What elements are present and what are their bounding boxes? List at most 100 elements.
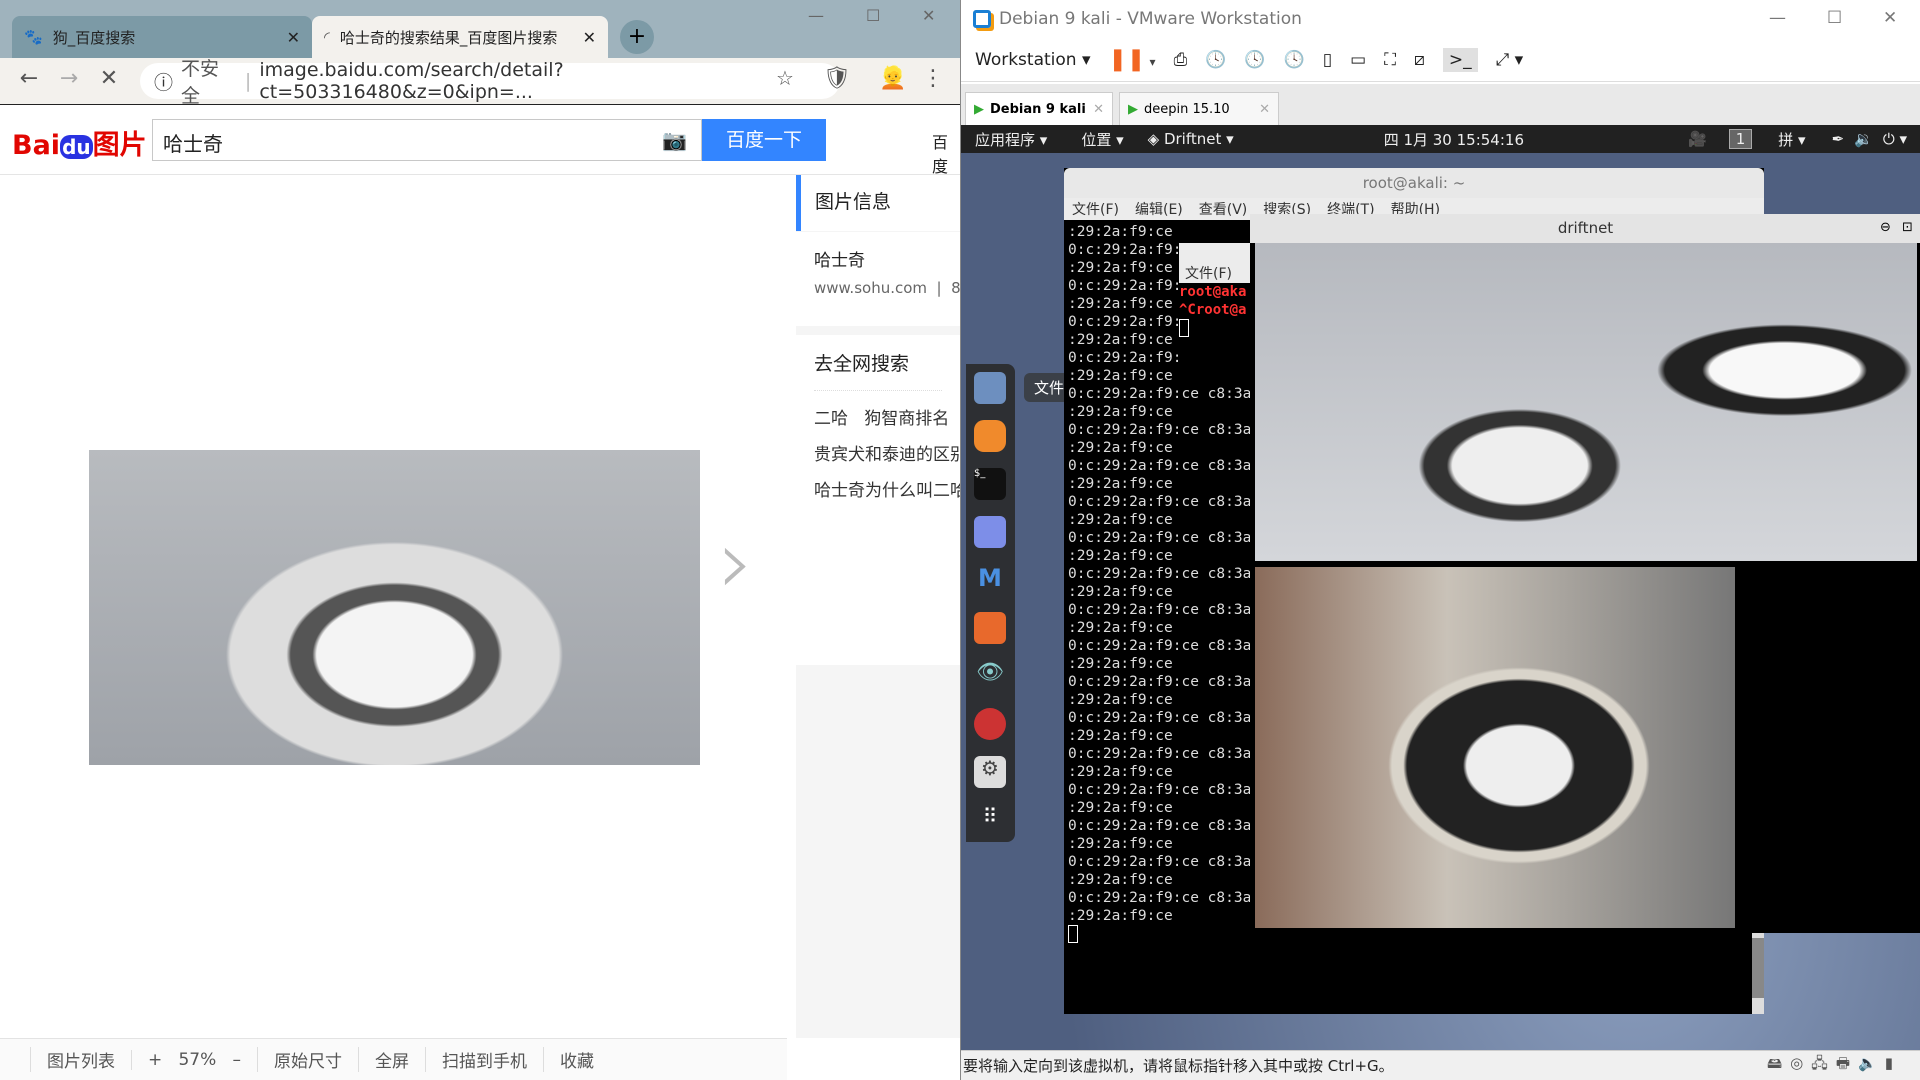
image-list-button[interactable]: 图片列表 <box>30 1047 131 1072</box>
fullscreen-button[interactable]: 全屏 <box>357 1047 425 1072</box>
search-input[interactable]: 哈士奇 📷 <box>152 119 702 161</box>
applications-menu[interactable]: 应用程序 ▾ <box>975 129 1047 150</box>
maltego-icon[interactable]: 👁 <box>974 660 1006 692</box>
files-icon[interactable] <box>974 372 1006 404</box>
snapshot-icon[interactable]: 🕓 <box>1205 50 1226 70</box>
back-icon[interactable]: ← <box>14 66 44 91</box>
tab-deepin[interactable]: ▶ deepin 15.10 ✕ <box>1119 92 1279 125</box>
snapshot-manager-icon[interactable]: 🕓 <box>1284 50 1305 70</box>
source-link[interactable]: www.sohu.com <box>814 279 927 297</box>
menu-file[interactable]: 文件(F) <box>1179 243 1250 283</box>
tab-dog-search[interactable]: 🐾 狗_百度搜索 ✕ <box>12 16 312 58</box>
baidu-header: Bai du图片 哈士奇 📷 百度一下 百度 <box>0 105 960 177</box>
close-tab-icon[interactable]: ✕ <box>1259 102 1270 117</box>
console-view-icon[interactable]: >_ <box>1442 47 1478 72</box>
cursor <box>1068 925 1078 943</box>
places-menu[interactable]: 位置 ▾ <box>1081 129 1123 150</box>
metasploit-icon[interactable]: M <box>974 564 1006 596</box>
related-link[interactable]: 狗智商排名 <box>864 409 949 429</box>
related-link[interactable]: 哈士奇为什么叫二哈 <box>814 481 960 501</box>
zoom-in-button[interactable]: + <box>148 1050 162 1070</box>
baidu-logo[interactable]: Bai du图片 <box>12 123 147 162</box>
menu-view[interactable]: 查看(V) <box>1199 199 1248 219</box>
burpsuite-icon[interactable] <box>974 612 1006 644</box>
menu-icon[interactable]: ⋮ <box>918 66 948 91</box>
maximize-button[interactable]: ☐ <box>1827 8 1842 28</box>
address-bar[interactable]: ⓘ 不安全 | image.baidu.com/search/detail?ct… <box>140 58 840 107</box>
cherrytree-icon[interactable] <box>974 708 1006 740</box>
bookmark-star-icon[interactable]: ☆ <box>770 66 800 90</box>
power-icon[interactable]: ⏻ ▾ <box>1883 130 1907 148</box>
profile-avatar[interactable]: 👱 <box>878 66 908 91</box>
stretch-icon[interactable]: ⤢ ▾ <box>1496 50 1524 70</box>
scan-to-phone-button[interactable]: 扫描到手机 <box>424 1047 543 1072</box>
maximize-button[interactable]: ⊡ <box>1902 220 1913 235</box>
info-icon: ⓘ <box>154 71 174 94</box>
guest-screen[interactable]: 应用程序 ▾ 位置 ▾ ◈ Driftnet ▾ 四 1月 30 15:54:1… <box>961 125 1920 1050</box>
unity-icon[interactable]: ⧄ <box>1414 50 1425 70</box>
clock[interactable]: 四 1月 30 15:54:16 <box>1384 129 1524 150</box>
maximize-button[interactable]: ☐ <box>866 6 880 25</box>
pen-icon[interactable]: ✒ <box>1832 130 1845 148</box>
terminal-title: root@akali: ~ <box>1064 168 1764 198</box>
search-button[interactable]: 百度一下 <box>702 119 826 161</box>
camera-icon[interactable]: 📷 <box>662 128 687 152</box>
original-size-button[interactable]: 原始尺寸 <box>256 1047 358 1072</box>
tab-bar: 🐾 狗_百度搜索 ✕ ◜ 哈士奇的搜索结果_百度图片搜索 ✕ + — ☐ ✕ <box>0 0 960 58</box>
firefox-icon[interactable] <box>974 420 1006 452</box>
browser-window: 🐾 狗_百度搜索 ✕ ◜ 哈士奇的搜索结果_百度图片搜索 ✕ + — ☐ ✕ ← →… <box>0 0 960 1080</box>
close-tab-icon[interactable]: ✕ <box>287 28 300 47</box>
captured-husky-puppies-image[interactable] <box>1255 243 1917 561</box>
ime-indicator[interactable]: 拼 ▾ <box>1778 129 1805 150</box>
current-app-menu[interactable]: ◈ Driftnet ▾ <box>1148 130 1234 148</box>
menu-file[interactable]: 文件(F) <box>1072 199 1119 219</box>
baidu-paw-icon: 🐾 <box>24 28 43 46</box>
tab-husky-search[interactable]: ◜ 哈士奇的搜索结果_百度图片搜索 ✕ <box>312 16 608 58</box>
vmware-statusbar: 要将输入定向到该虚拟机，请将鼠标指针移入其中或按 Ctrl+G。 🖴◎🖧🖶🔈▮ <box>961 1050 1920 1080</box>
close-window-button[interactable]: ✕ <box>1883 8 1897 28</box>
pause-icon[interactable]: ❚❚ ▾ <box>1109 47 1156 72</box>
text-editor-icon[interactable] <box>974 516 1006 548</box>
revert-snapshot-icon[interactable]: 🕓 <box>1244 50 1265 70</box>
close-tab-icon[interactable]: ✕ <box>583 28 596 47</box>
send-ctrl-alt-del-icon[interactable]: ⎙ <box>1174 50 1188 70</box>
collect-button[interactable]: 收藏 <box>542 1047 610 1072</box>
close-tab-icon[interactable]: ✕ <box>1093 102 1104 117</box>
volume-icon[interactable]: 🔉 <box>1854 130 1873 148</box>
extension-icon[interactable]: 🛡 <box>822 66 852 91</box>
related-link[interactable]: 贵宾犬和泰迪的区别 <box>814 445 960 465</box>
related-link[interactable]: 二哈 <box>814 409 848 429</box>
image-title[interactable]: 哈士奇 <box>814 246 942 271</box>
minimize-button[interactable]: — <box>1769 8 1786 28</box>
workspace-indicator[interactable]: 1 <box>1728 129 1753 149</box>
vmware-titlebar: Debian 9 kali - VMware Workstation — ☐ ✕ <box>961 0 1920 38</box>
tab-debian-kali[interactable]: ▶ Debian 9 kali ✕ <box>965 92 1113 125</box>
new-tab-button[interactable]: + <box>620 20 654 54</box>
thumbnail-view-icon[interactable]: ▭ <box>1350 50 1366 70</box>
stop-icon[interactable]: ✕ <box>94 66 124 91</box>
captured-husky-face-image[interactable] <box>1255 567 1735 928</box>
gnome-top-bar: 应用程序 ▾ 位置 ▾ ◈ Driftnet ▾ 四 1月 30 15:54:1… <box>961 125 1920 153</box>
workstation-menu[interactable]: Workstation ▾ <box>975 50 1091 70</box>
second-terminal-window[interactable]: 文件(F) root@aka ^Croot@a <box>1179 243 1250 363</box>
library-view-icon[interactable]: ▯ <box>1323 50 1332 70</box>
web-search-card: 去全网搜索 二哈 狗智商排名 贵宾犬和泰迪的区别 哈士奇为什么叫二哈 <box>796 335 960 665</box>
forward-icon[interactable]: → <box>54 66 84 91</box>
web-search-title: 去全网搜索 <box>814 335 942 391</box>
close-window-button[interactable]: ✕ <box>922 6 935 25</box>
minimize-button[interactable]: ⊖ <box>1880 220 1891 235</box>
camera-indicator-icon[interactable]: 🎥 <box>1688 130 1707 148</box>
show-apps-icon[interactable]: ⠿ <box>974 804 1006 836</box>
settings-icon[interactable]: ⚙ <box>974 756 1006 788</box>
terminal-icon[interactable]: $_ <box>974 468 1006 500</box>
cursor <box>1179 319 1189 337</box>
header-link[interactable]: 百度 <box>932 129 960 177</box>
driftnet-window[interactable]: driftnet ⊖ ⊡ <box>1250 214 1920 933</box>
zoom-out-button[interactable]: – <box>232 1050 241 1070</box>
device-icons[interactable]: 🖴◎🖧🖶🔈▮ <box>1767 1053 1901 1078</box>
menu-edit[interactable]: 编辑(E) <box>1135 199 1183 219</box>
fullscreen-icon[interactable]: ⛶ <box>1384 50 1396 70</box>
next-image-arrow-icon[interactable]: › <box>718 510 754 615</box>
minimize-button[interactable]: — <box>808 6 824 25</box>
husky-puppies-image[interactable] <box>89 450 700 765</box>
